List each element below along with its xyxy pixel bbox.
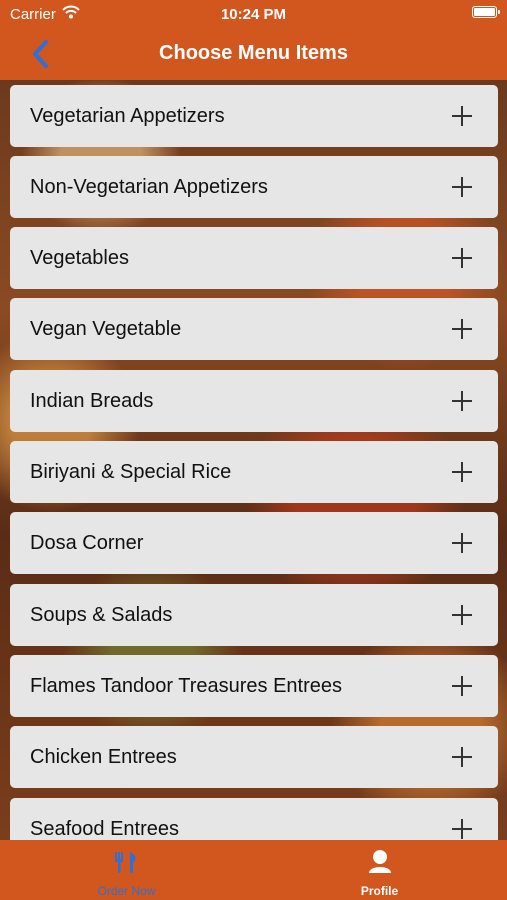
menu-item-label: Seafood Entrees xyxy=(30,818,179,840)
menu-item-flames-tandoor[interactable]: Flames Tandoor Treasures Entrees xyxy=(10,655,498,717)
status-bar: Carrier 10:24 PM xyxy=(0,0,507,28)
menu-item-label: Biriyani & Special Rice xyxy=(30,461,232,483)
utensils-icon xyxy=(0,848,253,876)
plus-icon[interactable] xyxy=(452,319,472,339)
status-time: 10:24 PM xyxy=(220,6,287,23)
tab-label: Order Now xyxy=(97,884,156,898)
menu-item-label: Indian Breads xyxy=(30,390,154,412)
menu-item-label: Vegan Vegetable xyxy=(30,318,182,340)
menu-item-non-vegetarian-appetizers[interactable]: Non-Vegetarian Appetizers xyxy=(10,156,498,218)
menu-item-seafood-entrees[interactable]: Seafood Entrees xyxy=(10,798,498,840)
plus-icon[interactable] xyxy=(452,676,472,696)
page-title: Choose Menu Items xyxy=(159,42,348,64)
nav-bar: Choose Menu Items xyxy=(0,28,507,80)
menu-item-vegan-vegetable[interactable]: Vegan Vegetable xyxy=(10,298,498,360)
menu-category-list[interactable]: Vegetarian Appetizers Non-Vegetarian App… xyxy=(0,80,507,840)
tab-profile[interactable]: Profile xyxy=(253,840,506,900)
menu-item-vegetarian-appetizers[interactable]: Vegetarian Appetizers xyxy=(10,85,498,147)
plus-icon[interactable] xyxy=(452,177,472,197)
menu-item-label: Flames Tandoor Treasures Entrees xyxy=(30,675,343,697)
tab-order-now[interactable]: Order Now xyxy=(0,840,253,900)
top-bar: Carrier 10:24 PM Choose Menu Items xyxy=(0,0,507,80)
menu-item-indian-breads[interactable]: Indian Breads xyxy=(10,370,498,432)
tab-bar: Order Now Profile xyxy=(0,840,507,900)
menu-item-label: Vegetables xyxy=(30,247,129,269)
plus-icon[interactable] xyxy=(452,248,472,268)
plus-icon[interactable] xyxy=(452,819,472,839)
menu-item-label: Dosa Corner xyxy=(30,532,144,554)
menu-item-biriyani-special-rice[interactable]: Biriyani & Special Rice xyxy=(10,441,498,503)
menu-item-soups-salads[interactable]: Soups & Salads xyxy=(10,584,498,646)
tab-label: Profile xyxy=(360,884,399,898)
plus-icon[interactable] xyxy=(452,462,472,482)
menu-item-dosa-corner[interactable]: Dosa Corner xyxy=(10,512,498,574)
user-icon xyxy=(253,848,506,876)
menu-item-label: Non-Vegetarian Appetizers xyxy=(30,176,268,198)
menu-item-label: Chicken Entrees xyxy=(30,746,177,768)
battery-icon xyxy=(472,6,500,18)
plus-icon[interactable] xyxy=(452,391,472,411)
menu-item-label: Soups & Salads xyxy=(30,604,173,626)
plus-icon[interactable] xyxy=(452,106,472,126)
menu-item-vegetables[interactable]: Vegetables xyxy=(10,227,498,289)
menu-item-chicken-entrees[interactable]: Chicken Entrees xyxy=(10,726,498,788)
plus-icon[interactable] xyxy=(452,747,472,767)
plus-icon[interactable] xyxy=(452,533,472,553)
plus-icon[interactable] xyxy=(452,605,472,625)
menu-item-label: Vegetarian Appetizers xyxy=(30,105,225,127)
